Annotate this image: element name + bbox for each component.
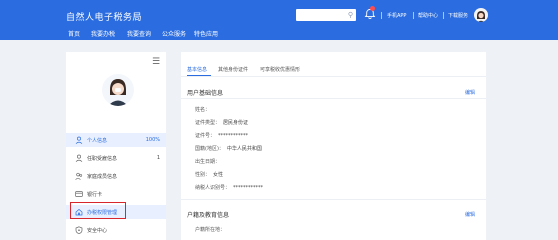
notification-badge bbox=[370, 6, 375, 11]
field-id-number: 证件号： ************ bbox=[195, 132, 248, 139]
sidebar-item-label: 任职受雇信息 bbox=[87, 156, 118, 162]
field-label: 出生日期： bbox=[195, 159, 221, 165]
sidebar-item-employment[interactable]: 任职受雇信息 1 bbox=[66, 151, 166, 165]
sidebar-item-label: 银行卡 bbox=[87, 192, 103, 198]
edit-basic-button[interactable]: 编辑 bbox=[465, 89, 475, 96]
field-label: 户籍所在地： bbox=[195, 227, 226, 233]
tab-basic-info[interactable]: 基本信息 bbox=[187, 66, 207, 73]
tab-other-id[interactable]: 其他身份证件 bbox=[218, 66, 248, 73]
field-gender: 性别： 女性 bbox=[195, 171, 223, 178]
bank-card-icon bbox=[75, 191, 83, 197]
nav-public-service[interactable]: 公众服务 bbox=[162, 29, 186, 38]
sidebar-item-personal-info[interactable]: 个人信息 100% bbox=[66, 133, 166, 147]
field-label: 性别： bbox=[195, 172, 211, 178]
field-label: 国籍(地区)： bbox=[195, 146, 224, 152]
nav-home[interactable]: 首页 bbox=[68, 29, 80, 38]
user-avatar[interactable] bbox=[474, 8, 488, 22]
sidebar-item-label: 家庭成员信息 bbox=[87, 174, 118, 180]
field-birth-date: 出生日期： bbox=[195, 158, 223, 165]
sidebar-item-family[interactable]: 家庭成员信息 bbox=[66, 169, 166, 183]
main-panel: 基本信息 其他身份证件 可享税收优惠情形 用户基础信息 编辑 姓名： 证件类型：… bbox=[181, 52, 486, 240]
top-divider bbox=[413, 12, 414, 19]
search-input[interactable]: ⚲ bbox=[296, 9, 356, 21]
menu-icon[interactable]: ☰ bbox=[152, 58, 160, 67]
completion-percent: 100% bbox=[145, 137, 160, 143]
section-divider bbox=[181, 98, 486, 99]
sidebar-item-label: 个人信息 bbox=[87, 138, 108, 144]
section-title-household: 户籍及教育信息 bbox=[187, 212, 230, 219]
field-label: 姓名： bbox=[195, 107, 211, 113]
sidebar-item-label: 安全中心 bbox=[87, 228, 108, 234]
sidebar-item-bank-card[interactable]: 银行卡 bbox=[66, 187, 166, 201]
field-value: 中华人民共和国 bbox=[226, 146, 262, 152]
top-divider bbox=[443, 12, 444, 19]
field-value: 女性 bbox=[213, 172, 224, 178]
tabs-divider bbox=[181, 76, 486, 77]
field-id-type: 证件类型： 居民身份证 bbox=[195, 119, 248, 126]
field-label: 纳税人识别号： bbox=[195, 185, 231, 191]
user-icon bbox=[75, 154, 83, 162]
field-name: 姓名： bbox=[195, 106, 213, 113]
nav-featured-apps[interactable]: 特色应用 bbox=[194, 29, 218, 38]
section-title-basic: 用户基础信息 bbox=[187, 90, 224, 97]
field-nationality: 国籍(地区)： 中华人民共和国 bbox=[195, 145, 262, 152]
field-value: 居民身份证 bbox=[223, 120, 249, 126]
family-icon bbox=[75, 172, 83, 180]
search-icon[interactable]: ⚲ bbox=[348, 10, 353, 20]
nav-query[interactable]: 我要查询 bbox=[127, 29, 151, 38]
help-center-link[interactable]: 帮助中心 bbox=[418, 12, 438, 19]
field-value: ************ bbox=[233, 185, 264, 191]
sidebar-item-security[interactable]: 安全中心 bbox=[66, 223, 166, 237]
employment-count: 1 bbox=[156, 155, 160, 161]
shield-icon bbox=[75, 226, 83, 234]
profile-avatar bbox=[102, 74, 134, 106]
field-value: ************ bbox=[218, 133, 249, 139]
field-taxpayer-id: 纳税人识别号： ************ bbox=[195, 184, 263, 191]
site-title[interactable]: 自然人电子税务局 bbox=[66, 10, 142, 23]
field-household-location: 户籍所在地： bbox=[195, 226, 228, 233]
nav-tax-handling[interactable]: 我要办税 bbox=[91, 29, 115, 38]
field-label: 证件类型： bbox=[195, 120, 221, 126]
field-label: 证件号： bbox=[195, 133, 216, 139]
user-icon bbox=[75, 136, 83, 144]
top-divider bbox=[381, 12, 382, 19]
active-tab-indicator bbox=[187, 75, 211, 76]
download-service-link[interactable]: 下载服务 bbox=[448, 12, 468, 19]
mobile-app-link[interactable]: 手机APP bbox=[387, 12, 406, 19]
edit-household-button[interactable]: 编辑 bbox=[465, 211, 475, 218]
section-divider bbox=[181, 199, 486, 200]
highlight-box bbox=[70, 202, 126, 219]
tab-tax-benefits[interactable]: 可享税收优惠情形 bbox=[260, 66, 300, 73]
